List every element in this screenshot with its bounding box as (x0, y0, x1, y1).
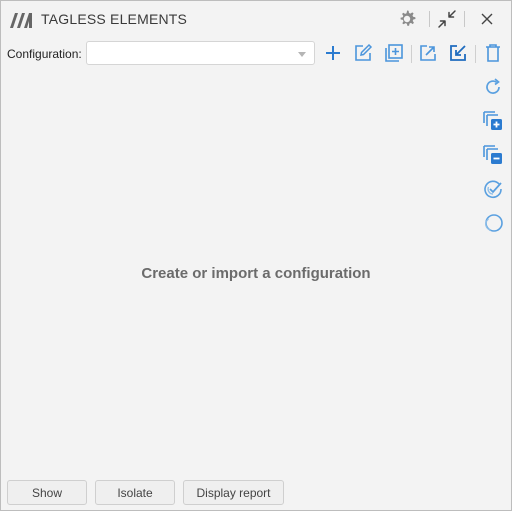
export-configuration-button[interactable] (415, 40, 441, 66)
display-report-button[interactable]: Display report (183, 480, 284, 505)
title-bar: TAGLESS ELEMENTS (1, 1, 511, 37)
isolate-button[interactable]: Isolate (95, 480, 175, 505)
check-circle-icon (484, 180, 502, 199)
add-to-selection-icon (483, 111, 502, 130)
edit-icon (355, 43, 373, 61)
add-configuration-button[interactable] (320, 40, 346, 66)
empty-state-message: Create or import a configuration (141, 265, 371, 282)
titlebar-divider (464, 11, 465, 27)
add-icon (326, 46, 340, 60)
close-button[interactable] (475, 8, 499, 30)
refresh-button[interactable] (480, 74, 506, 100)
plugin-window: TAGLESS ELEMENTS Configuration: Create o… (0, 0, 512, 511)
collapse-button[interactable] (435, 8, 459, 30)
gear-icon (400, 10, 416, 26)
refresh-icon (486, 78, 500, 94)
toolbar-divider (411, 45, 412, 63)
window-title: TAGLESS ELEMENTS (41, 11, 188, 27)
app-logo-icon (9, 11, 35, 29)
circle-icon (485, 214, 503, 232)
delete-icon (486, 44, 500, 62)
settings-button[interactable] (395, 8, 419, 30)
import-configuration-button[interactable] (445, 40, 471, 66)
edit-configuration-button[interactable] (350, 40, 376, 66)
duplicate-icon (385, 44, 403, 62)
chevron-down-icon (298, 52, 306, 57)
toolbar-divider (475, 45, 476, 63)
remove-from-selection-icon (483, 145, 502, 164)
duplicate-configuration-button[interactable] (381, 40, 407, 66)
titlebar-divider (429, 11, 430, 27)
uncheck-all-button[interactable] (480, 210, 506, 236)
import-icon (450, 45, 466, 61)
add-to-selection-button[interactable] (480, 108, 506, 134)
close-icon (481, 13, 493, 25)
remove-from-selection-button[interactable] (480, 142, 506, 168)
collapse-icon (438, 10, 456, 28)
export-icon (420, 45, 436, 61)
show-button[interactable]: Show (7, 480, 87, 505)
check-all-button[interactable] (480, 176, 506, 202)
configuration-dropdown[interactable] (86, 41, 315, 65)
delete-configuration-button[interactable] (480, 40, 506, 66)
configuration-label: Configuration: (7, 47, 82, 61)
